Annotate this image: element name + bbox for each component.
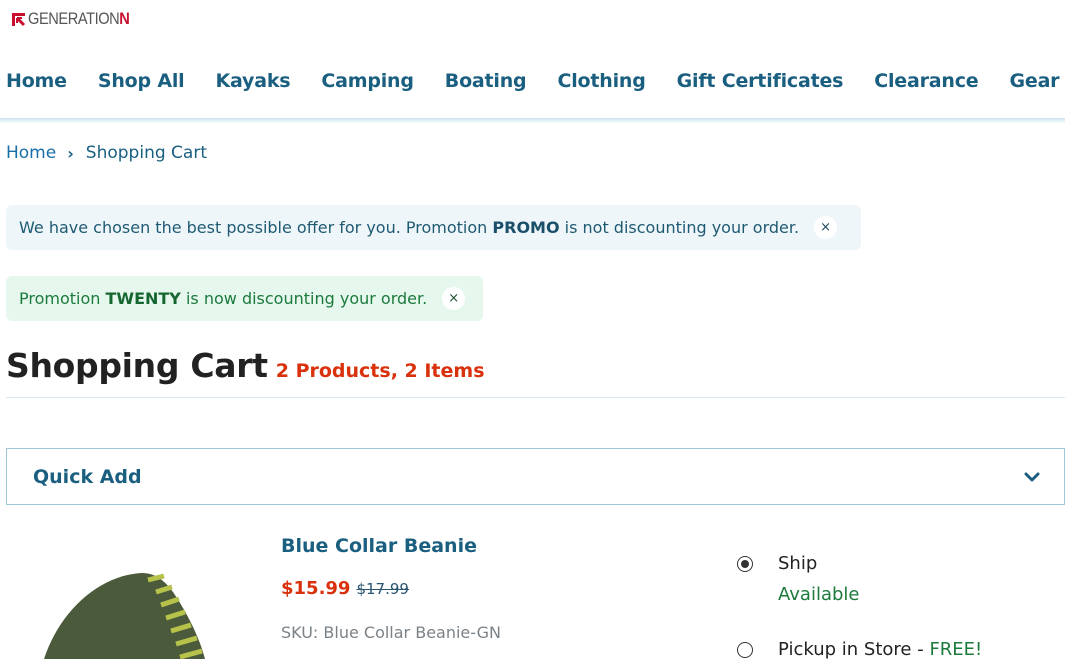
- sale-price: $15.99: [281, 578, 351, 599]
- nav-item-camping[interactable]: Camping: [321, 70, 414, 92]
- nav-item-kayaks[interactable]: Kayaks: [215, 70, 290, 92]
- free-badge: FREE!: [929, 639, 983, 659]
- ship-availability: Available: [778, 584, 860, 605]
- beanie-image-icon: [44, 573, 205, 659]
- nav-item-clothing[interactable]: Clothing: [557, 70, 645, 92]
- ship-radio[interactable]: [737, 556, 753, 572]
- ship-label[interactable]: Ship: [778, 553, 817, 574]
- product-image[interactable]: [30, 570, 210, 659]
- promo-info-alert: We have chosen the best possible offer f…: [6, 205, 861, 250]
- page-title: Shopping Cart 2 Products, 2 Items: [6, 346, 485, 385]
- nav-divider: [0, 118, 1065, 124]
- quick-add-label: Quick Add: [33, 465, 142, 488]
- breadcrumb-home[interactable]: Home: [6, 143, 56, 163]
- product-name-link[interactable]: Blue Collar Beanie: [281, 535, 477, 557]
- close-icon[interactable]: ×: [814, 216, 838, 239]
- nav-item-shop-all[interactable]: Shop All: [98, 70, 185, 92]
- original-price: $17.99: [356, 580, 409, 598]
- logo-text: GENERATIONN: [28, 9, 130, 28]
- alert-message: Promotion TWENTY is now discounting your…: [19, 289, 428, 308]
- divider: [6, 397, 1065, 398]
- breadcrumb-current: Shopping Cart: [85, 143, 207, 163]
- chevron-down-icon: [1024, 472, 1040, 481]
- logo-mark-icon: [12, 12, 26, 26]
- nav-item-boating[interactable]: Boating: [445, 70, 527, 92]
- promo-success-alert: Promotion TWENTY is now discounting your…: [6, 276, 483, 321]
- main-nav: Home Shop All Kayaks Camping Boating Clo…: [6, 70, 1065, 92]
- cart-heading: Shopping Cart: [6, 346, 268, 385]
- close-icon[interactable]: ×: [442, 287, 466, 310]
- brand-logo[interactable]: GENERATIONN: [11, 9, 146, 29]
- product-sku: SKU: Blue Collar Beanie-GN: [281, 623, 501, 642]
- cart-count: 2 Products, 2 Items: [275, 360, 485, 382]
- product-price: $15.99 $17.99: [281, 578, 409, 599]
- chevron-right-icon: ›: [67, 143, 74, 163]
- alert-message: We have chosen the best possible offer f…: [19, 218, 800, 237]
- nav-item-home[interactable]: Home: [6, 70, 67, 92]
- pickup-radio[interactable]: [737, 642, 753, 658]
- pickup-label[interactable]: Pickup in Store - FREE!: [778, 639, 982, 659]
- breadcrumb: Home › Shopping Cart: [6, 143, 207, 163]
- nav-item-gift-certificates[interactable]: Gift Certificates: [677, 70, 844, 92]
- nav-item-gear[interactable]: Gear: [1009, 70, 1059, 92]
- quick-add-toggle[interactable]: Quick Add: [6, 448, 1065, 505]
- nav-item-clearance[interactable]: Clearance: [874, 70, 978, 92]
